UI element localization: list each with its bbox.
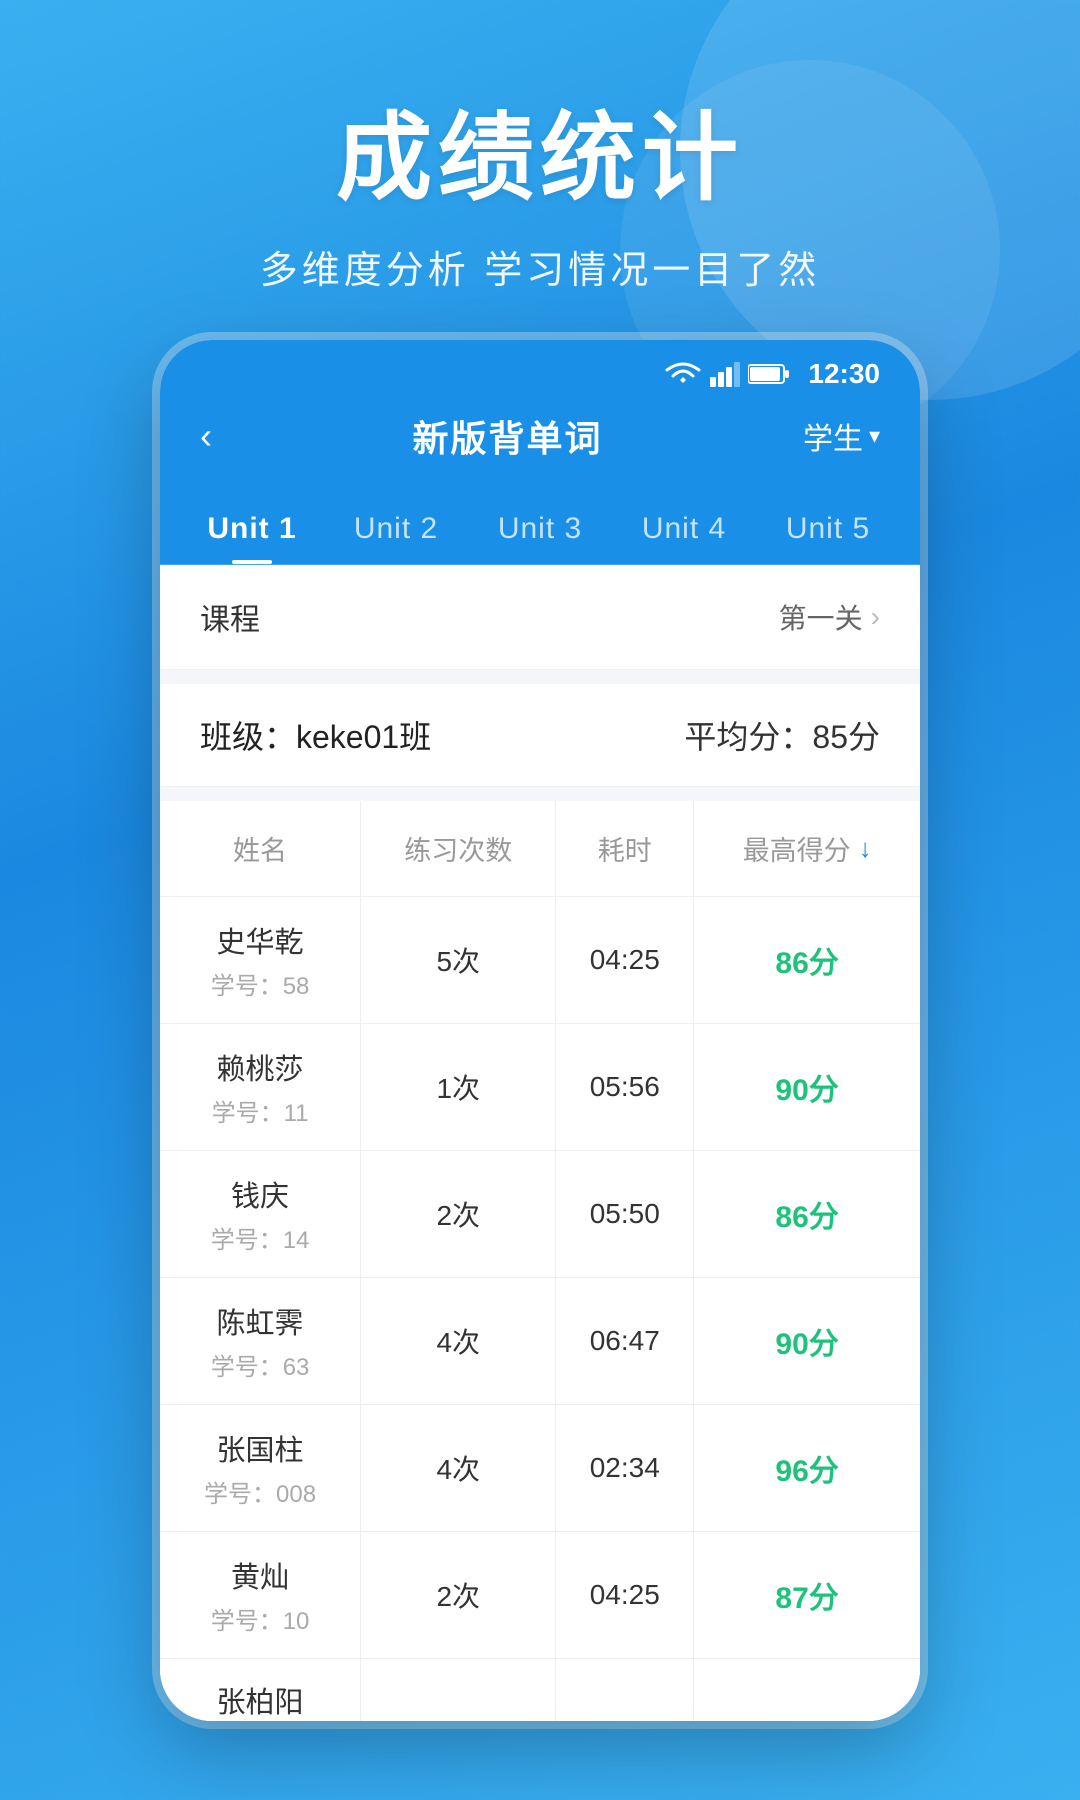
col-score[interactable]: 最高得分 ↓	[694, 801, 920, 897]
duration-cell: 05:50	[556, 1151, 694, 1278]
duration-cell: 04:25	[556, 1532, 694, 1659]
col-duration: 耗时	[556, 801, 694, 897]
student-cell: 黄灿 学号：10	[160, 1532, 361, 1659]
course-level[interactable]: 第一关 ›	[779, 597, 880, 637]
nav-title: 新版背单词	[412, 410, 602, 462]
practice-cell: 5次	[361, 897, 556, 1024]
duration-cell: 04:25	[556, 897, 694, 1024]
hero-title: 成绩统计	[0, 80, 1080, 219]
dropdown-arrow-icon: ▾	[869, 423, 880, 449]
course-label: 课程	[200, 595, 260, 639]
student-label: 学生	[803, 414, 863, 458]
tab-unit5[interactable]: Unit 5	[756, 490, 900, 564]
battery-icon	[748, 363, 790, 385]
back-button[interactable]: ‹	[200, 415, 212, 457]
practice-cell: 4次	[361, 1278, 556, 1405]
tab-unit1[interactable]: Unit 1	[180, 490, 324, 564]
class-info-row: 班级：keke01班 平均分：85分	[160, 684, 920, 787]
table-row-partial: 张柏阳	[160, 1659, 920, 1722]
student-cell: 张国柱 学号：008	[160, 1405, 361, 1532]
practice-cell: 4次	[361, 1405, 556, 1532]
course-row[interactable]: 课程 第一关 ›	[160, 565, 920, 670]
status-bar: 12:30	[160, 340, 920, 390]
wifi-icon	[664, 361, 702, 387]
tab-bar: Unit 1 Unit 2 Unit 3 Unit 4 Unit 5	[160, 490, 920, 565]
sort-arrow-icon[interactable]: ↓	[859, 833, 872, 864]
table-header-row: 姓名 练习次数 耗时 最高得分 ↓	[160, 801, 920, 897]
class-name: 班级：keke01班	[200, 712, 431, 758]
duration-cell: 06:47	[556, 1278, 694, 1405]
student-cell: 史华乾 学号：58	[160, 897, 361, 1024]
tab-unit2[interactable]: Unit 2	[324, 490, 468, 564]
hero-subtitle: 多维度分析 学习情况一目了然	[0, 239, 1080, 294]
score-cell: 86分	[694, 1151, 920, 1278]
student-cell: 赖桃莎 学号：11	[160, 1024, 361, 1151]
score-table: 姓名 练习次数 耗时 最高得分 ↓ 史华乾 学号：58	[160, 801, 920, 1721]
table-row: 钱庆 学号：14 2次 05:50 86分	[160, 1151, 920, 1278]
table-row: 张国柱 学号：008 4次 02:34 96分	[160, 1405, 920, 1532]
content-area: 课程 第一关 › 班级：keke01班 平均分：85分 姓名 练习次数 耗时	[160, 565, 920, 1721]
score-cell: 96分	[694, 1405, 920, 1532]
table-row: 赖桃莎 学号：11 1次 05:56 90分	[160, 1024, 920, 1151]
student-cell: 钱庆 学号：14	[160, 1151, 361, 1278]
score-cell: 86分	[694, 897, 920, 1024]
table-row: 黄灿 学号：10 2次 04:25 87分	[160, 1532, 920, 1659]
student-cell: 张柏阳	[160, 1659, 361, 1722]
phone-frame: 12:30 ‹ 新版背单词 学生 ▾ Unit 1 Unit 2 Unit 3 …	[160, 340, 920, 1721]
practice-cell: 1次	[361, 1024, 556, 1151]
student-cell: 陈虹霁 学号：63	[160, 1278, 361, 1405]
student-dropdown[interactable]: 学生 ▾	[803, 414, 880, 458]
course-level-text: 第一关	[779, 597, 863, 637]
duration-cell: 02:34	[556, 1405, 694, 1532]
duration-cell: 05:56	[556, 1024, 694, 1151]
col-practice: 练习次数	[361, 801, 556, 897]
avg-score: 平均分：85分	[684, 712, 880, 758]
table-row: 陈虹霁 学号：63 4次 06:47 90分	[160, 1278, 920, 1405]
col-name: 姓名	[160, 801, 361, 897]
score-cell: 90分	[694, 1024, 920, 1151]
nav-bar: ‹ 新版背单词 学生 ▾	[160, 390, 920, 490]
tab-unit3[interactable]: Unit 3	[468, 490, 612, 564]
practice-cell: 2次	[361, 1532, 556, 1659]
signal-icon	[710, 361, 740, 387]
status-time: 12:30	[808, 358, 880, 390]
practice-cell: 2次	[361, 1151, 556, 1278]
chevron-right-icon: ›	[871, 601, 880, 633]
tab-unit4[interactable]: Unit 4	[612, 490, 756, 564]
score-cell: 87分	[694, 1532, 920, 1659]
table-row: 史华乾 学号：58 5次 04:25 86分	[160, 897, 920, 1024]
score-cell: 90分	[694, 1278, 920, 1405]
